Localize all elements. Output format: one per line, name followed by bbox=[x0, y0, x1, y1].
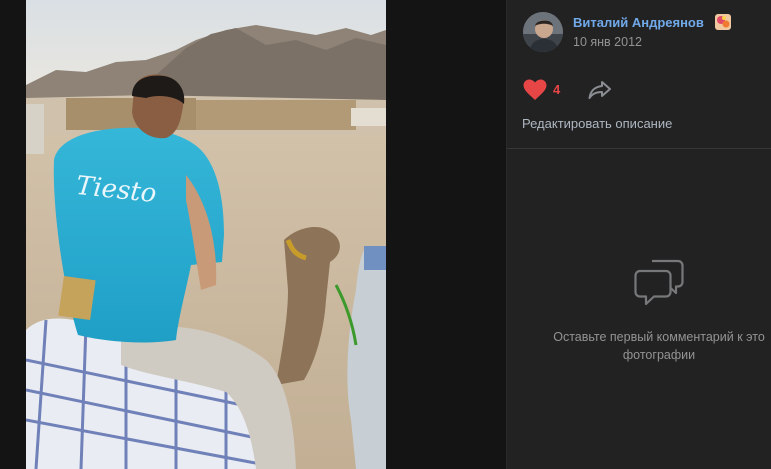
author-name-link[interactable]: Виталий Андреянов bbox=[573, 15, 704, 30]
actions-bar: 4 bbox=[523, 78, 763, 102]
photo[interactable]: Tiesto bbox=[26, 0, 386, 469]
avatar[interactable] bbox=[523, 12, 563, 52]
share-button[interactable] bbox=[587, 78, 613, 102]
edit-description-link[interactable]: Редактировать описание bbox=[522, 116, 672, 131]
post-date-link[interactable]: 10 янв 2012 bbox=[573, 35, 642, 49]
photo-viewer: Tiesto bbox=[0, 0, 506, 469]
divider bbox=[507, 148, 771, 149]
photo-side-panel: Виталий Андреянов 10 янв 2012 4 Редактир… bbox=[506, 0, 771, 469]
like-button[interactable]: 4 bbox=[523, 78, 567, 102]
comments-empty-state: Оставьте первый комментарий к это фотогр… bbox=[523, 258, 771, 364]
comment-icon bbox=[634, 259, 684, 306]
comments-empty-text: Оставьте первый комментарий к это фотогр… bbox=[553, 330, 765, 362]
like-count: 4 bbox=[553, 82, 561, 97]
heart-icon bbox=[523, 79, 547, 100]
share-icon bbox=[588, 81, 611, 99]
author-block: Виталий Андреянов 10 янв 2012 bbox=[523, 12, 771, 52]
status-badge-icon bbox=[715, 14, 731, 30]
